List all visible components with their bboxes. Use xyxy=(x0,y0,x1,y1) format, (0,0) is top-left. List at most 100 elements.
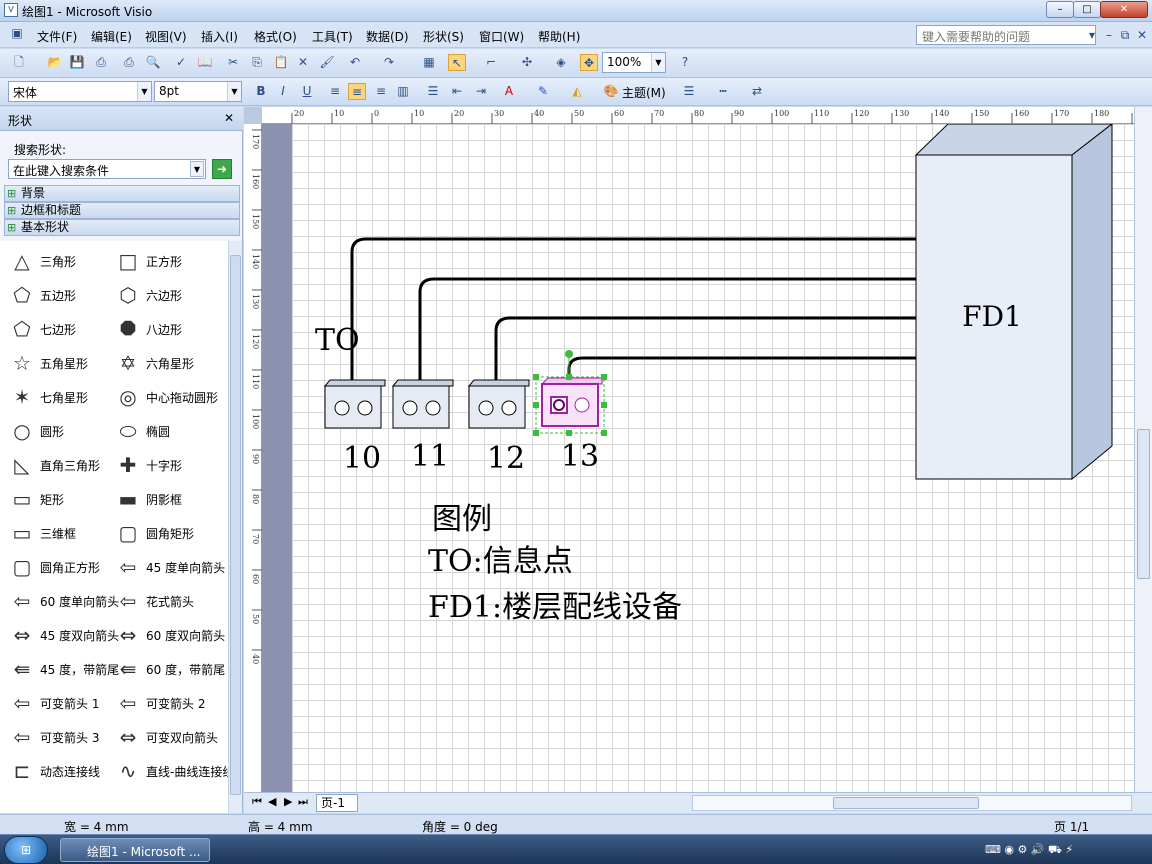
selection-handle[interactable] xyxy=(566,430,572,436)
zoom-combo[interactable]: 100% ▼ xyxy=(602,52,666,73)
document-icon[interactable]: ▣ xyxy=(8,25,26,42)
connection-point-icon[interactable]: ✣ xyxy=(518,54,536,71)
menu-insert[interactable]: 插入(I) xyxy=(201,28,238,45)
preview-icon[interactable]: 🔍 xyxy=(144,54,162,71)
menu-format[interactable]: 格式(O) xyxy=(254,28,297,45)
cable-line[interactable] xyxy=(350,237,916,382)
shape-item[interactable]: ⬡ 六边形 xyxy=(114,281,182,309)
shape-item[interactable]: ∿ 直线-曲线连接线 xyxy=(114,757,235,785)
doc-close-icon[interactable]: ✕ xyxy=(1133,27,1151,44)
pan-zoom-icon[interactable]: ✥ xyxy=(580,54,598,71)
shape-item[interactable]: ✡ 六角星形 xyxy=(114,349,194,377)
shape-item[interactable]: ▢ 圆角矩形 xyxy=(114,519,194,547)
research-icon[interactable]: 📖 xyxy=(196,54,214,71)
selection-handle[interactable] xyxy=(566,374,572,380)
theme-button[interactable]: 主题(M) xyxy=(622,84,666,101)
page-nav-prev-icon[interactable]: ◀ xyxy=(268,795,276,808)
font-color-icon[interactable]: A xyxy=(500,83,518,100)
chevron-down-icon[interactable]: ▼ xyxy=(190,161,204,177)
shape-item[interactable]: ⇚ 45 度，带箭尾 xyxy=(8,655,119,683)
print-preview-icon[interactable]: ⎙ xyxy=(120,54,138,71)
selection-handle[interactable] xyxy=(533,430,539,436)
maximize-button[interactable]: □ xyxy=(1073,1,1101,18)
italic-button[interactable]: I xyxy=(274,83,292,100)
text-tool-icon[interactable]: ◈ xyxy=(552,54,570,71)
vertical-scrollbar[interactable] xyxy=(1134,107,1152,792)
stencil-basic-shapes[interactable]: 基本形状 xyxy=(4,219,240,236)
shape-item[interactable]: ⇦ 45 度单向箭头 xyxy=(114,553,225,581)
menu-tools[interactable]: 工具(T) xyxy=(312,28,353,45)
selection-handle[interactable] xyxy=(601,402,607,408)
bullets-icon[interactable]: ☰ xyxy=(424,83,442,100)
decrease-indent-icon[interactable]: ⇤ xyxy=(448,83,466,100)
font-combo[interactable]: 宋体 ▼ xyxy=(8,81,152,102)
scrollbar-thumb[interactable] xyxy=(833,797,979,809)
connector-tool-icon[interactable]: ⌐ xyxy=(482,54,500,71)
shape-item[interactable]: ⇦ 可变箭头 1 xyxy=(8,689,100,717)
paste-icon[interactable]: 📋 xyxy=(272,54,290,71)
taskbar-visio-item[interactable]: 绘图1 - Microsoft ... xyxy=(60,838,210,862)
menu-shape[interactable]: 形状(S) xyxy=(423,28,464,45)
selection-handle[interactable] xyxy=(533,402,539,408)
align-right-icon[interactable]: ≡ xyxy=(372,83,390,100)
shape-item[interactable]: ○ 圆形 xyxy=(8,417,64,445)
shape-item[interactable]: ✶ 七角星形 xyxy=(8,383,88,411)
line-weight-icon[interactable]: ☰ xyxy=(680,83,698,100)
shape-item[interactable]: ⇦ 60 度单向箭头 xyxy=(8,587,119,615)
search-go-button[interactable]: ➜ xyxy=(212,159,232,179)
shape-item[interactable]: ▭ 矩形 xyxy=(8,485,64,513)
search-input[interactable]: 在此键入搜索条件 ▼ xyxy=(8,159,206,179)
visio-app-icon[interactable]: V xyxy=(4,3,18,17)
increase-indent-icon[interactable]: ⇥ xyxy=(472,83,490,100)
shape-item[interactable]: ⇦ 可变箭头 2 xyxy=(114,689,206,717)
shape-item[interactable]: ⇚ 60 度，带箭尾 xyxy=(114,655,225,683)
delete-icon[interactable]: ✕ xyxy=(294,54,312,71)
chevron-down-icon[interactable]: ▼ xyxy=(227,82,241,101)
outlet-12[interactable] xyxy=(467,379,530,429)
shape-item[interactable]: ⊏ 动态连接线 xyxy=(8,757,100,785)
shape-item[interactable]: ⇔ 60 度双向箭头 xyxy=(114,621,225,649)
close-icon[interactable]: ✕ xyxy=(224,111,234,125)
shape-item[interactable]: △ 三角形 xyxy=(8,247,76,275)
shape-item[interactable]: ◎ 中心拖动圆形 xyxy=(114,383,218,411)
menu-edit[interactable]: 编辑(E) xyxy=(91,28,132,45)
line-pattern-icon[interactable]: ┅ xyxy=(714,83,732,100)
bold-button[interactable]: B xyxy=(252,83,270,100)
shape-item[interactable]: ◺ 直角三角形 xyxy=(8,451,100,479)
chevron-down-icon[interactable]: ▼ xyxy=(137,82,151,101)
menu-data[interactable]: 数据(D) xyxy=(366,28,409,45)
page-tab[interactable]: 页-1 xyxy=(316,794,358,812)
shape-item[interactable]: ⬠ 五边形 xyxy=(8,281,76,309)
doc-restore-icon[interactable]: ⧉ xyxy=(1116,27,1134,44)
shape-item[interactable]: ▢ 圆角正方形 xyxy=(8,553,100,581)
shapes-window-icon[interactable]: ▦ xyxy=(420,54,438,71)
underline-button[interactable]: U xyxy=(298,83,316,100)
selection-handle[interactable] xyxy=(533,374,539,380)
shape-item[interactable]: ⇔ 45 度双向箭头 xyxy=(8,621,119,649)
font-size-combo[interactable]: 8pt ▼ xyxy=(154,81,242,102)
shape-item[interactable]: ⯃ 八边形 xyxy=(114,315,182,343)
theme-icon[interactable]: 🎨 xyxy=(602,83,620,100)
cable-line[interactable] xyxy=(567,356,916,378)
help-search-input[interactable]: 键入需要帮助的问题 xyxy=(916,25,1096,45)
minimize-button[interactable]: – xyxy=(1046,1,1074,18)
new-icon[interactable]: 🗋 xyxy=(10,54,28,71)
print-icon[interactable]: ⎙ xyxy=(92,54,110,71)
cut-icon[interactable]: ✂ xyxy=(224,54,242,71)
shape-item[interactable]: ⇦ 可变箭头 3 xyxy=(8,723,100,751)
shape-item[interactable]: ▬ 阴影框 xyxy=(114,485,182,513)
horizontal-scrollbar[interactable] xyxy=(692,795,1132,811)
chevron-down-icon[interactable]: ▼ xyxy=(651,53,665,72)
rotation-handle[interactable] xyxy=(565,350,573,358)
shape-item[interactable]: ⇔ 可变双向箭头 xyxy=(114,723,218,751)
page-nav-next-icon[interactable]: ▶ xyxy=(284,795,292,808)
shape-item[interactable]: □ 正方形 xyxy=(114,247,182,275)
stencil-borders-titles[interactable]: 边框和标题 xyxy=(4,202,240,219)
cable-line[interactable] xyxy=(418,277,916,382)
justify-icon[interactable]: ▥ xyxy=(394,83,412,100)
undo-icon[interactable]: ↶ xyxy=(346,54,364,71)
shape-item[interactable]: ⬠ 七边形 xyxy=(8,315,76,343)
fill-color-icon[interactable]: ◭ xyxy=(568,83,586,100)
shape-item[interactable]: ⇦ 花式箭头 xyxy=(114,587,194,615)
menu-window[interactable]: 窗口(W) xyxy=(479,28,524,45)
